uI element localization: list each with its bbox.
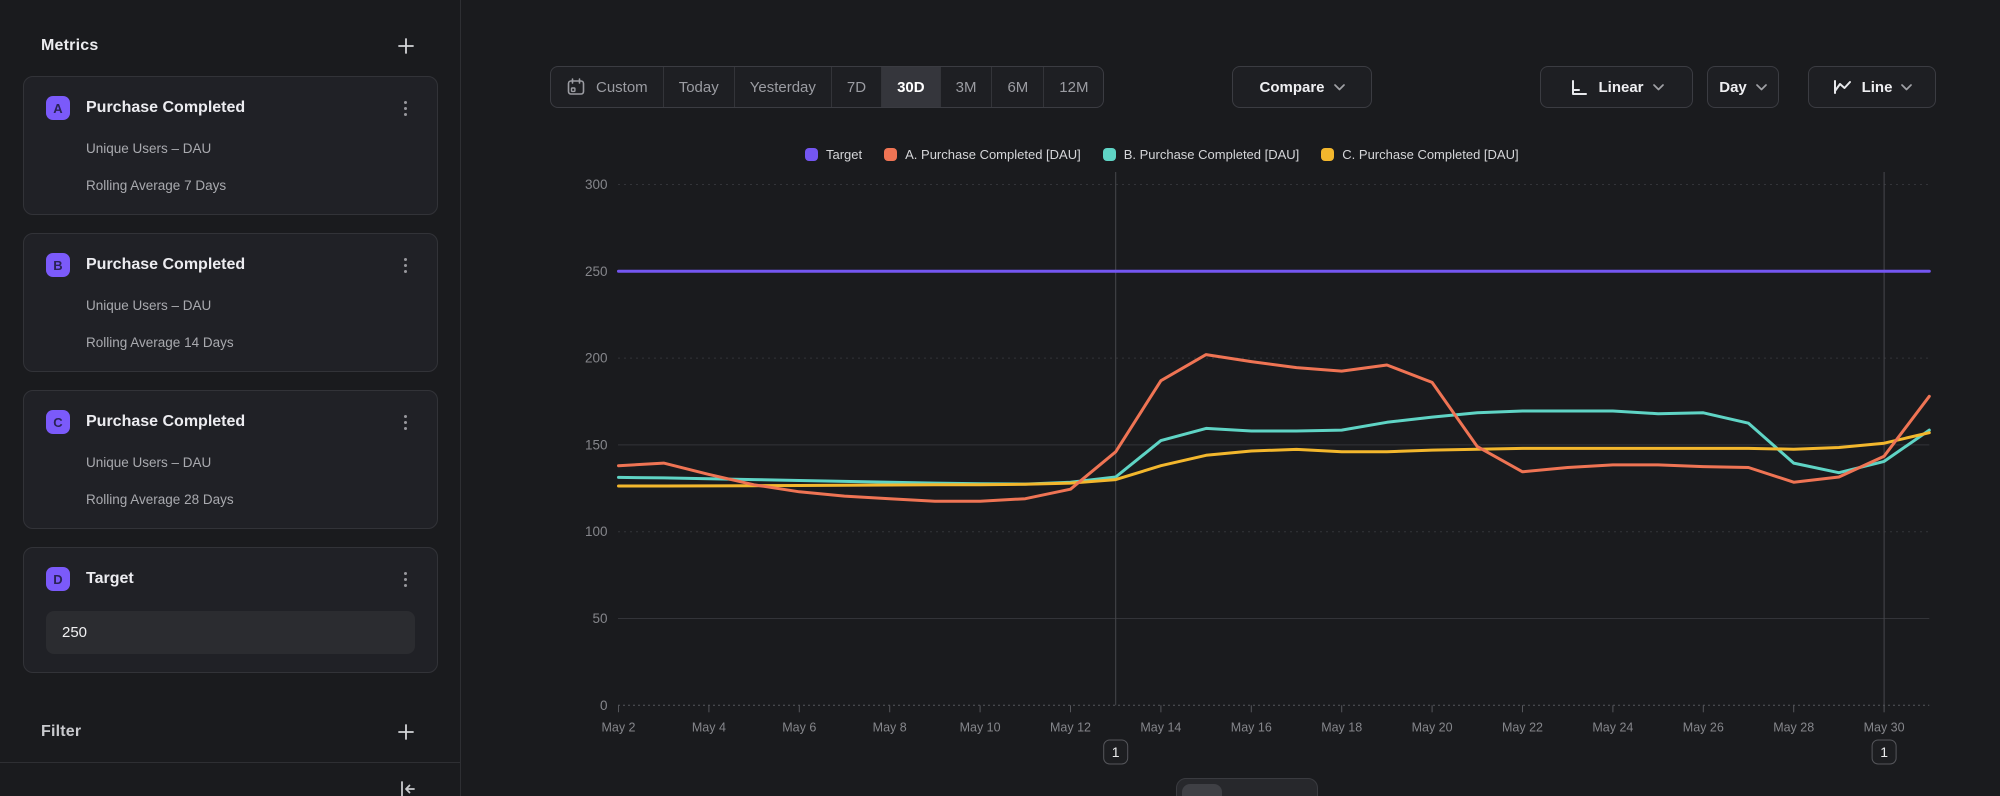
metric-measure[interactable]: Unique Users – DAU xyxy=(86,454,415,471)
metric-options-kebab-icon[interactable] xyxy=(395,411,415,433)
metric-title: Purchase Completed xyxy=(86,99,395,117)
chart-display-toggle xyxy=(1176,778,1318,796)
svg-text:250: 250 xyxy=(585,264,608,279)
metric-card-c[interactable]: C Purchase Completed Unique Users – DAU … xyxy=(23,390,438,529)
plus-icon xyxy=(397,37,415,55)
display-split-button[interactable] xyxy=(1270,784,1310,796)
svg-text:May 2: May 2 xyxy=(601,720,635,734)
metrics-sidebar: Metrics A Purchase Completed Unique User… xyxy=(0,0,461,796)
add-metric-button[interactable] xyxy=(393,33,419,59)
filter-header: Filter xyxy=(41,721,419,743)
metrics-header: Metrics xyxy=(41,34,419,58)
target-value-input[interactable] xyxy=(46,611,415,654)
svg-text:May 10: May 10 xyxy=(960,720,1001,734)
svg-text:150: 150 xyxy=(585,437,608,452)
svg-text:1: 1 xyxy=(1880,744,1888,760)
svg-text:May 16: May 16 xyxy=(1231,720,1272,734)
display-chart-button[interactable] xyxy=(1182,784,1222,796)
svg-text:May 14: May 14 xyxy=(1140,720,1181,734)
display-table-button[interactable] xyxy=(1226,784,1266,796)
svg-text:200: 200 xyxy=(585,351,608,366)
svg-text:May 28: May 28 xyxy=(1773,720,1814,734)
metric-card-header: C Purchase Completed xyxy=(46,410,415,434)
collapse-left-icon xyxy=(398,779,418,796)
metric-letter-badge: A xyxy=(46,96,70,120)
metric-transform[interactable]: Rolling Average 28 Days xyxy=(86,491,415,508)
filter-title: Filter xyxy=(41,723,81,741)
metric-measure[interactable]: Unique Users – DAU xyxy=(86,297,415,314)
svg-text:May 24: May 24 xyxy=(1592,720,1633,734)
metric-title: Purchase Completed xyxy=(86,413,395,431)
metric-transform[interactable]: Rolling Average 7 Days xyxy=(86,177,415,194)
metric-options-kebab-icon[interactable] xyxy=(395,254,415,276)
svg-text:May 18: May 18 xyxy=(1321,720,1362,734)
add-filter-button[interactable] xyxy=(393,719,419,745)
plus-icon xyxy=(397,723,415,741)
svg-text:50: 50 xyxy=(592,611,607,626)
metric-letter-badge: C xyxy=(46,410,70,434)
sidebar-divider xyxy=(0,762,460,763)
svg-text:0: 0 xyxy=(600,698,608,713)
metric-card-b[interactable]: B Purchase Completed Unique Users – DAU … xyxy=(23,233,438,372)
svg-text:May 26: May 26 xyxy=(1683,720,1724,734)
target-title: Target xyxy=(86,570,395,588)
svg-text:300: 300 xyxy=(585,177,608,192)
svg-text:May 20: May 20 xyxy=(1412,720,1453,734)
metric-card-header: B Purchase Completed xyxy=(46,253,415,277)
svg-text:May 4: May 4 xyxy=(692,720,726,734)
app-window: Metrics A Purchase Completed Unique User… xyxy=(0,0,2000,796)
metric-card-header: A Purchase Completed xyxy=(46,96,415,120)
chart-panel: Custom Today Yesterday 7D 30D 3M 6M 12M … xyxy=(461,0,2000,796)
metric-measure[interactable]: Unique Users – DAU xyxy=(86,140,415,157)
metric-options-kebab-icon[interactable] xyxy=(395,97,415,119)
metric-letter-badge: D xyxy=(46,567,70,591)
svg-text:May 30: May 30 xyxy=(1864,720,1905,734)
metric-transform[interactable]: Rolling Average 14 Days xyxy=(86,334,415,351)
svg-text:May 6: May 6 xyxy=(782,720,816,734)
target-card[interactable]: D Target xyxy=(23,547,438,673)
svg-text:1: 1 xyxy=(1112,744,1120,760)
metric-card-header: D Target xyxy=(46,567,415,591)
svg-text:100: 100 xyxy=(585,524,608,539)
metrics-title: Metrics xyxy=(41,37,98,55)
metric-title: Purchase Completed xyxy=(86,256,395,274)
line-chart[interactable]: 0 50 100 150 200 250 300 May 2 May 4 May 6 May 8 Ma… xyxy=(461,0,2000,796)
svg-text:May 12: May 12 xyxy=(1050,720,1091,734)
metric-options-kebab-icon[interactable] xyxy=(395,568,415,590)
svg-text:May 22: May 22 xyxy=(1502,720,1543,734)
metric-letter-badge: B xyxy=(46,253,70,277)
metric-card-a[interactable]: A Purchase Completed Unique Users – DAU … xyxy=(23,76,438,215)
svg-text:May 8: May 8 xyxy=(873,720,907,734)
collapse-sidebar-button[interactable] xyxy=(396,777,420,796)
